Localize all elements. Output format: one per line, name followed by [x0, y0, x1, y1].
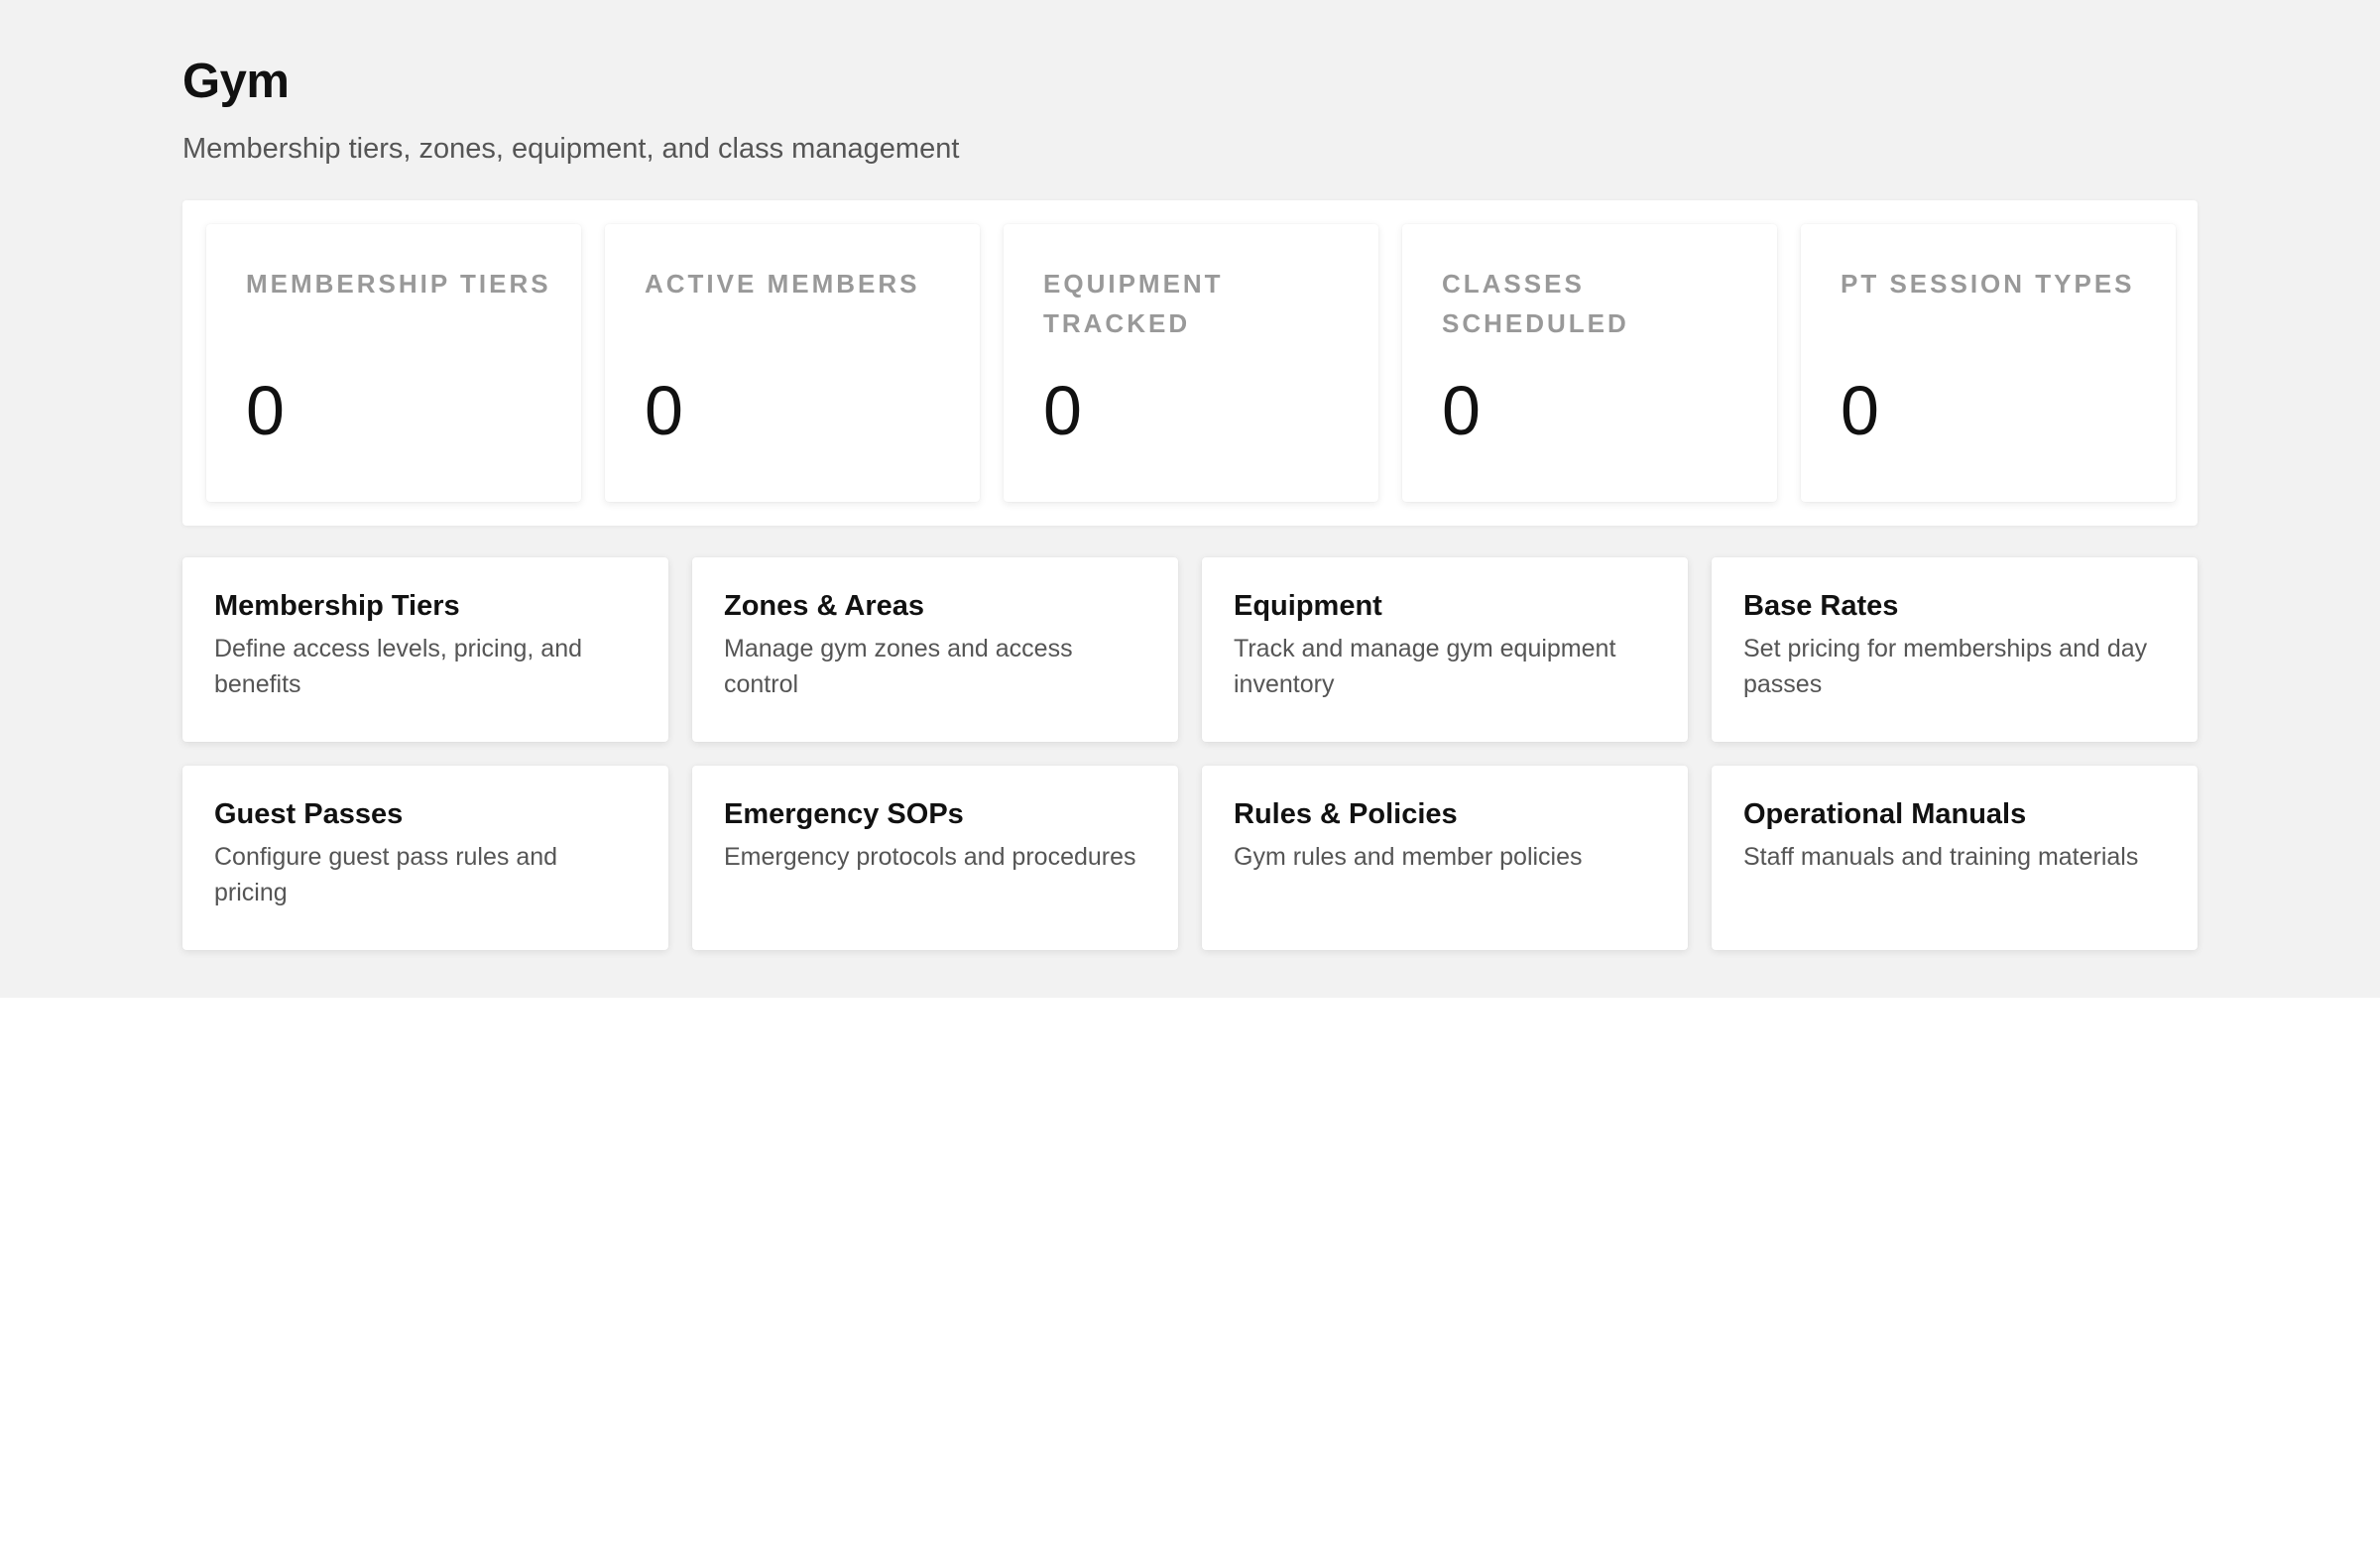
stat-value: 0 [1442, 372, 1481, 449]
card-operational-manuals[interactable]: Operational Manuals Staff manuals and tr… [1712, 766, 2198, 950]
card-description: Emergency protocols and procedures [724, 843, 1136, 871]
stat-card-equipment-tracked: EQUIPMENT TRACKED 0 [1004, 224, 1378, 502]
card-emergency-sops[interactable]: Emergency SOPs Emergency protocols and p… [692, 766, 1178, 950]
card-description: Manage gym zones and access control [724, 635, 1073, 698]
card-title: Membership Tiers [214, 590, 460, 622]
stat-label: CLASSES SCHEDULED [1442, 269, 1629, 338]
card-description: Gym rules and member policies [1234, 843, 1583, 871]
card-equipment[interactable]: Equipment Track and manage gym equipment… [1202, 557, 1688, 742]
card-title: Guest Passes [214, 798, 404, 830]
card-description: Configure guest pass rules and pricing [214, 843, 558, 906]
card-base-rates[interactable]: Base Rates Set pricing for memberships a… [1712, 557, 2198, 742]
stat-label: MEMBERSHIP TIERS [246, 269, 551, 299]
card-description: Set pricing for memberships and day pass… [1743, 635, 2148, 698]
stat-value: 0 [1841, 372, 1879, 449]
page-subtitle: Membership tiers, zones, equipment, and … [182, 133, 960, 165]
card-membership-tiers[interactable]: Membership Tiers Define access levels, p… [182, 557, 668, 742]
stat-card-pt-session-types: PT SESSION TYPES 0 [1801, 224, 2176, 502]
card-title: Base Rates [1743, 590, 1899, 622]
card-description: Define access levels, pricing, and benef… [214, 635, 583, 698]
stat-label: ACTIVE MEMBERS [645, 269, 920, 299]
card-zones-areas[interactable]: Zones & Areas Manage gym zones and acces… [692, 557, 1178, 742]
stat-label: PT SESSION TYPES [1841, 269, 2135, 299]
stat-label: EQUIPMENT TRACKED [1043, 269, 1224, 338]
page-title: Gym [182, 55, 290, 108]
card-title: Equipment [1234, 590, 1382, 622]
card-title: Zones & Areas [724, 590, 924, 622]
stats-panel: MEMBERSHIP TIERS 0 ACTIVE MEMBERS 0 EQUI… [182, 200, 2198, 526]
card-title: Operational Manuals [1743, 798, 2027, 830]
card-title: Rules & Policies [1234, 798, 1458, 830]
card-rules-policies[interactable]: Rules & Policies Gym rules and member po… [1202, 766, 1688, 950]
stat-value: 0 [1043, 372, 1082, 449]
stat-card-classes-scheduled: CLASSES SCHEDULED 0 [1402, 224, 1777, 502]
stat-value: 0 [645, 372, 683, 449]
card-guest-passes[interactable]: Guest Passes Configure guest pass rules … [182, 766, 668, 950]
card-description: Track and manage gym equipment inventory [1234, 635, 1616, 698]
stat-card-active-members: ACTIVE MEMBERS 0 [605, 224, 980, 502]
card-description: Staff manuals and training materials [1743, 843, 2139, 871]
stat-value: 0 [246, 372, 285, 449]
card-title: Emergency SOPs [724, 798, 964, 830]
stat-card-membership-tiers: MEMBERSHIP TIERS 0 [206, 224, 581, 502]
